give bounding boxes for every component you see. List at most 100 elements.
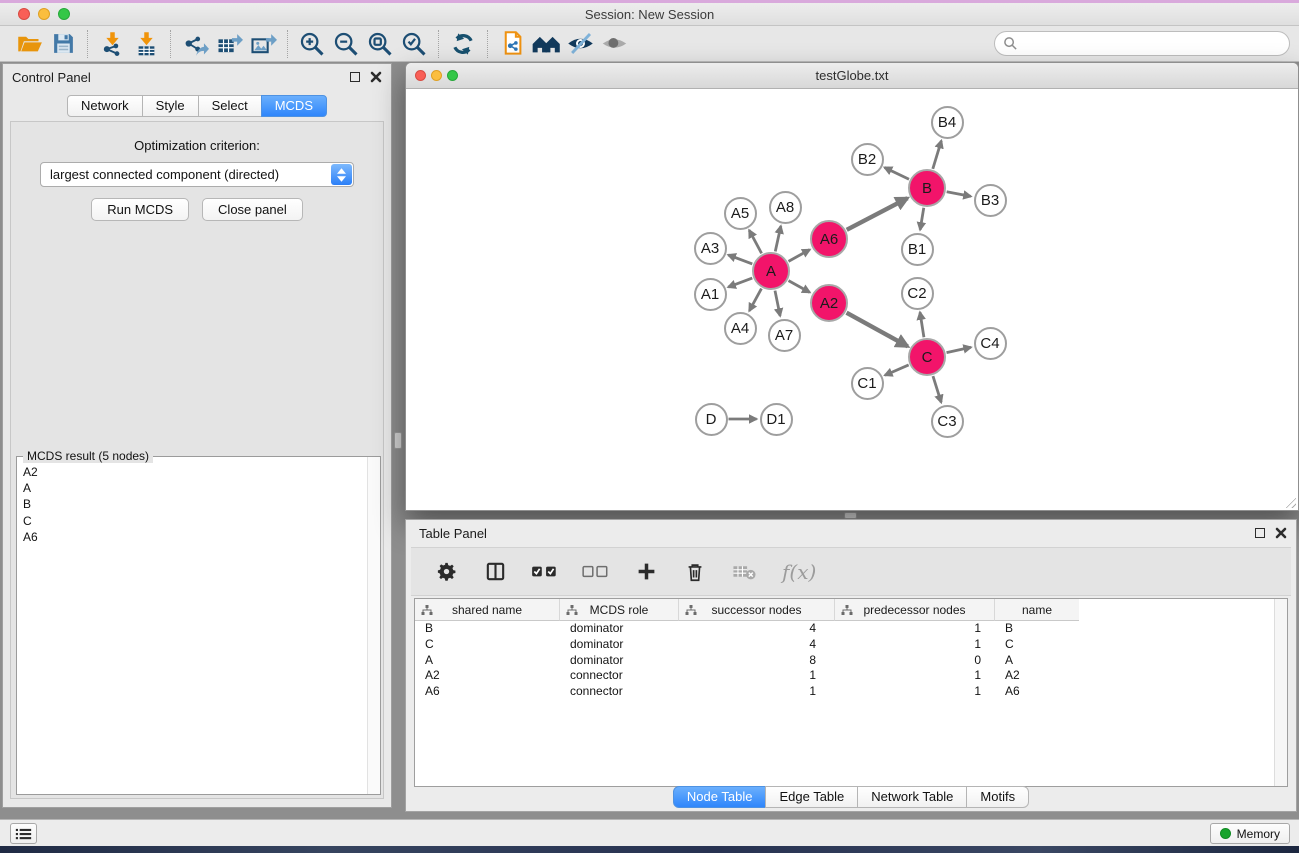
- graph-node-B1[interactable]: B1: [901, 233, 934, 266]
- table-scrollbar[interactable]: [1274, 599, 1287, 786]
- close-panel-button[interactable]: Close panel: [202, 198, 303, 221]
- show-graphics-button[interactable]: [597, 28, 631, 60]
- criterion-dropdown[interactable]: largest connected component (directed): [40, 162, 354, 187]
- graph-node-B2[interactable]: B2: [851, 143, 884, 176]
- refresh-button[interactable]: [446, 28, 480, 60]
- graph-node-D1[interactable]: D1: [760, 403, 793, 436]
- table-row[interactable]: A6connector11A6: [415, 684, 1287, 700]
- graph-node-A1[interactable]: A1: [694, 278, 727, 311]
- graph-edge-A-A3[interactable]: [728, 255, 752, 264]
- zoom-selected-button[interactable]: [397, 28, 431, 60]
- graph-node-A7[interactable]: A7: [768, 319, 801, 352]
- run-mcds-button[interactable]: Run MCDS: [91, 198, 189, 221]
- export-network-button[interactable]: [178, 28, 212, 60]
- graph-node-A2[interactable]: A2: [810, 284, 848, 322]
- tab-edge-table[interactable]: Edge Table: [765, 786, 858, 808]
- tab-select[interactable]: Select: [198, 95, 262, 117]
- table-splitter-handle[interactable]: [844, 512, 857, 519]
- table-settings-button[interactable]: [433, 557, 459, 587]
- graph-edge-A2-C[interactable]: [847, 313, 908, 347]
- table-row[interactable]: Cdominator41C: [415, 637, 1287, 653]
- save-session-button[interactable]: [46, 28, 80, 60]
- home-networks-button[interactable]: [529, 28, 563, 60]
- task-history-button[interactable]: [10, 823, 37, 844]
- graph-edge-A-A4[interactable]: [749, 289, 761, 311]
- zoom-in-button[interactable]: [295, 28, 329, 60]
- graph-edge-A-A6[interactable]: [789, 250, 810, 262]
- column-header-mcds-role[interactable]: MCDS role: [560, 599, 679, 621]
- graph-edge-A-A1[interactable]: [728, 278, 752, 287]
- mcds-result-item[interactable]: C: [23, 513, 366, 529]
- memory-button[interactable]: Memory: [1210, 823, 1290, 844]
- mcds-result-item[interactable]: A6: [23, 529, 366, 545]
- graph-node-A3[interactable]: A3: [694, 232, 727, 265]
- column-layout-button[interactable]: [482, 557, 508, 587]
- add-column-button[interactable]: [633, 557, 659, 587]
- graph-node-A6[interactable]: A6: [810, 220, 848, 258]
- graph-node-B[interactable]: B: [908, 169, 946, 207]
- table-row[interactable]: Adominator80A: [415, 653, 1287, 669]
- tab-network[interactable]: Network: [67, 95, 143, 117]
- graph-edge-C-C2[interactable]: [920, 312, 924, 337]
- tab-network-table[interactable]: Network Table: [857, 786, 967, 808]
- graph-edge-A-A7[interactable]: [775, 291, 780, 316]
- delete-column-button[interactable]: [682, 557, 708, 587]
- import-network-button[interactable]: [95, 28, 129, 60]
- graph-node-A4[interactable]: A4: [724, 312, 757, 345]
- graph-edge-A6-B[interactable]: [847, 198, 908, 230]
- graph-edge-B-B2[interactable]: [885, 167, 909, 179]
- table-row[interactable]: A2connector11A2: [415, 668, 1287, 684]
- graph-edge-C-C3[interactable]: [933, 376, 941, 402]
- graph-node-B4[interactable]: B4: [931, 106, 964, 139]
- graph-edge-C-C1[interactable]: [885, 365, 909, 375]
- close-panel-icon[interactable]: [1275, 527, 1287, 539]
- search-input[interactable]: [1018, 34, 1289, 54]
- tab-style[interactable]: Style: [142, 95, 199, 117]
- graph-edge-A-A8[interactable]: [775, 226, 781, 251]
- close-panel-icon[interactable]: [370, 71, 382, 83]
- export-table-button[interactable]: [212, 28, 246, 60]
- result-scrollbar[interactable]: [367, 457, 380, 794]
- graph-node-C4[interactable]: C4: [974, 327, 1007, 360]
- mcds-result-item[interactable]: A: [23, 480, 366, 496]
- graph-edge-C-C4[interactable]: [947, 347, 971, 352]
- mcds-result-item[interactable]: A2: [23, 464, 366, 480]
- graph-edge-B-B4[interactable]: [933, 141, 942, 169]
- delete-table-button[interactable]: [731, 557, 759, 587]
- column-header-name[interactable]: name: [995, 599, 1079, 621]
- column-header-predecessor-nodes[interactable]: predecessor nodes: [835, 599, 995, 621]
- network-from-file-button[interactable]: [495, 28, 529, 60]
- graph-node-C1[interactable]: C1: [851, 367, 884, 400]
- panel-splitter-handle[interactable]: [394, 432, 402, 449]
- table-row[interactable]: Bdominator41B: [415, 621, 1287, 637]
- export-image-button[interactable]: [246, 28, 280, 60]
- network-canvas[interactable]: B4 B2 B B3 A5 A8A6 B1 A3 A C2 A1 A2 A4 A7 C4 C C1 C3 D D1: [406, 90, 1298, 510]
- graph-node-C3[interactable]: C3: [931, 405, 964, 438]
- graph-node-A5[interactable]: A5: [724, 197, 757, 230]
- graph-node-B3[interactable]: B3: [974, 184, 1007, 217]
- deselect-all-button[interactable]: [582, 557, 610, 587]
- graph-node-C2[interactable]: C2: [901, 277, 934, 310]
- open-session-button[interactable]: [12, 28, 46, 60]
- tab-mcds[interactable]: MCDS: [261, 95, 327, 117]
- float-panel-icon[interactable]: [350, 72, 360, 82]
- tab-motifs[interactable]: Motifs: [966, 786, 1029, 808]
- column-header-shared-name[interactable]: shared name: [415, 599, 560, 621]
- import-table-button[interactable]: [129, 28, 163, 60]
- zoom-out-button[interactable]: [329, 28, 363, 60]
- mcds-result-item[interactable]: B: [23, 496, 366, 512]
- tab-node-table[interactable]: Node Table: [673, 786, 767, 808]
- function-builder-button[interactable]: f(x): [782, 557, 816, 587]
- float-panel-icon[interactable]: [1255, 528, 1265, 538]
- graph-node-A[interactable]: A: [752, 252, 790, 290]
- graph-node-A8[interactable]: A8: [769, 191, 802, 224]
- column-header-successor-nodes[interactable]: successor nodes: [679, 599, 835, 621]
- graph-edge-A-A5[interactable]: [749, 230, 761, 253]
- select-all-button[interactable]: [531, 557, 559, 587]
- zoom-fit-button[interactable]: [363, 28, 397, 60]
- graph-edge-B-B1[interactable]: [920, 208, 924, 230]
- hide-graphics-button[interactable]: [563, 28, 597, 60]
- graph-node-D[interactable]: D: [695, 403, 728, 436]
- graph-node-C[interactable]: C: [908, 338, 946, 376]
- graph-edge-A-A2[interactable]: [789, 281, 810, 293]
